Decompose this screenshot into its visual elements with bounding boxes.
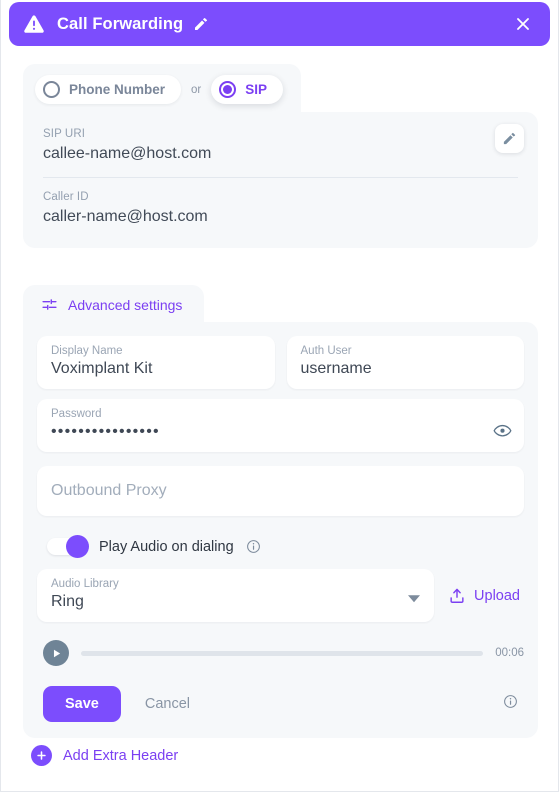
dialog-title: Call Forwarding xyxy=(57,14,184,33)
cancel-button[interactable]: Cancel xyxy=(145,696,190,712)
audio-library-select[interactable]: Audio Library Ring xyxy=(37,569,435,622)
outbound-proxy-field[interactable]: Outbound Proxy xyxy=(37,466,524,516)
outbound-proxy-placeholder: Outbound Proxy xyxy=(51,482,167,499)
upload-button-label: Upload xyxy=(474,587,520,604)
plus-glyph-icon xyxy=(37,751,46,760)
name-auth-row: Display Name Voximplant Kit Auth User us… xyxy=(37,336,524,389)
action-buttons: Save Cancel xyxy=(37,686,524,722)
audio-progress-bar[interactable] xyxy=(81,650,484,656)
play-audio-row: Play Audio on dialing xyxy=(37,535,524,558)
password-label: Password xyxy=(51,408,102,420)
display-name-field[interactable]: Display Name Voximplant Kit xyxy=(37,336,275,389)
display-name-label: Display Name xyxy=(51,345,123,357)
audio-duration: 00:06 xyxy=(495,647,524,659)
sip-uri-label: SIP URI xyxy=(43,128,86,140)
tab-advanced-settings-label: Advanced settings xyxy=(68,296,183,313)
radio-sip-dot xyxy=(223,85,233,94)
add-extra-header-button[interactable]: Add Extra Header xyxy=(31,745,178,766)
save-button[interactable]: Save xyxy=(43,686,121,722)
radio-separator-label: or xyxy=(191,83,202,96)
caller-id-value: caller-name@host.com xyxy=(43,208,208,225)
upload-icon xyxy=(450,588,464,603)
audio-library-row: Audio Library Ring Upload xyxy=(37,569,524,622)
caller-id-label: Caller ID xyxy=(43,191,89,203)
radio-phone-number[interactable]: Phone Number xyxy=(35,75,182,104)
dialog-titlebar: Call Forwarding xyxy=(9,2,550,46)
info-circle-icon[interactable] xyxy=(246,539,261,554)
add-extra-header-label: Add Extra Header xyxy=(63,747,179,764)
info-circle-icon xyxy=(504,695,517,708)
destination-card: Phone Number or SIP SIP URI callee-name@… xyxy=(23,64,538,248)
play-audio-label: Play Audio on dialing xyxy=(99,538,234,555)
play-audio-toggle[interactable] xyxy=(47,535,89,558)
actions-info-button[interactable] xyxy=(503,694,524,714)
field-divider xyxy=(43,177,518,178)
radio-sip-indicator xyxy=(219,81,237,98)
toggle-password-visibility-button[interactable] xyxy=(493,421,512,445)
advanced-settings-card: Advanced settings Display Name Voximplan… xyxy=(23,285,538,738)
tab-advanced-settings[interactable]: Advanced settings xyxy=(23,285,205,322)
play-audio-toggle-knob xyxy=(66,535,89,558)
audio-library-label: Audio Library xyxy=(51,578,119,590)
auth-user-value: username xyxy=(300,360,372,377)
sip-uri-value: callee-name@host.com xyxy=(43,145,212,162)
eye-icon xyxy=(493,424,512,436)
close-button[interactable] xyxy=(512,13,534,35)
pencil-icon[interactable] xyxy=(193,16,209,32)
radio-sip-label: SIP xyxy=(245,82,268,97)
password-value: •••••••••••••••• xyxy=(51,423,160,440)
destination-details: SIP URI callee-name@host.com Caller ID c… xyxy=(23,112,538,248)
audio-player: 00:06 xyxy=(37,640,524,666)
audio-library-value: Ring xyxy=(51,593,84,610)
tune-sliders-icon xyxy=(42,299,57,310)
radio-phone-number-indicator xyxy=(43,81,60,98)
plus-icon xyxy=(31,745,52,766)
advanced-settings-body: Display Name Voximplant Kit Auth User us… xyxy=(23,322,538,738)
pencil-icon xyxy=(503,132,516,145)
upload-button[interactable]: Upload xyxy=(448,587,524,605)
warning-triangle-icon xyxy=(24,15,44,33)
chevron-down-icon xyxy=(408,594,421,602)
radio-phone-number-label: Phone Number xyxy=(69,82,166,97)
auth-user-field[interactable]: Auth User username xyxy=(286,336,524,389)
display-name-value: Voximplant Kit xyxy=(51,360,153,377)
call-forwarding-dialog: Call Forwarding Phone Number or SIP SIP … xyxy=(0,0,559,792)
close-icon xyxy=(517,18,529,30)
auth-user-label: Auth User xyxy=(300,345,352,357)
edit-destination-button[interactable] xyxy=(495,124,524,153)
radio-sip[interactable]: SIP xyxy=(211,75,284,104)
play-button[interactable] xyxy=(43,640,69,666)
destination-type-tabs: Phone Number or SIP xyxy=(23,64,302,113)
play-icon xyxy=(53,649,60,657)
password-field[interactable]: Password •••••••••••••••• xyxy=(37,399,524,452)
